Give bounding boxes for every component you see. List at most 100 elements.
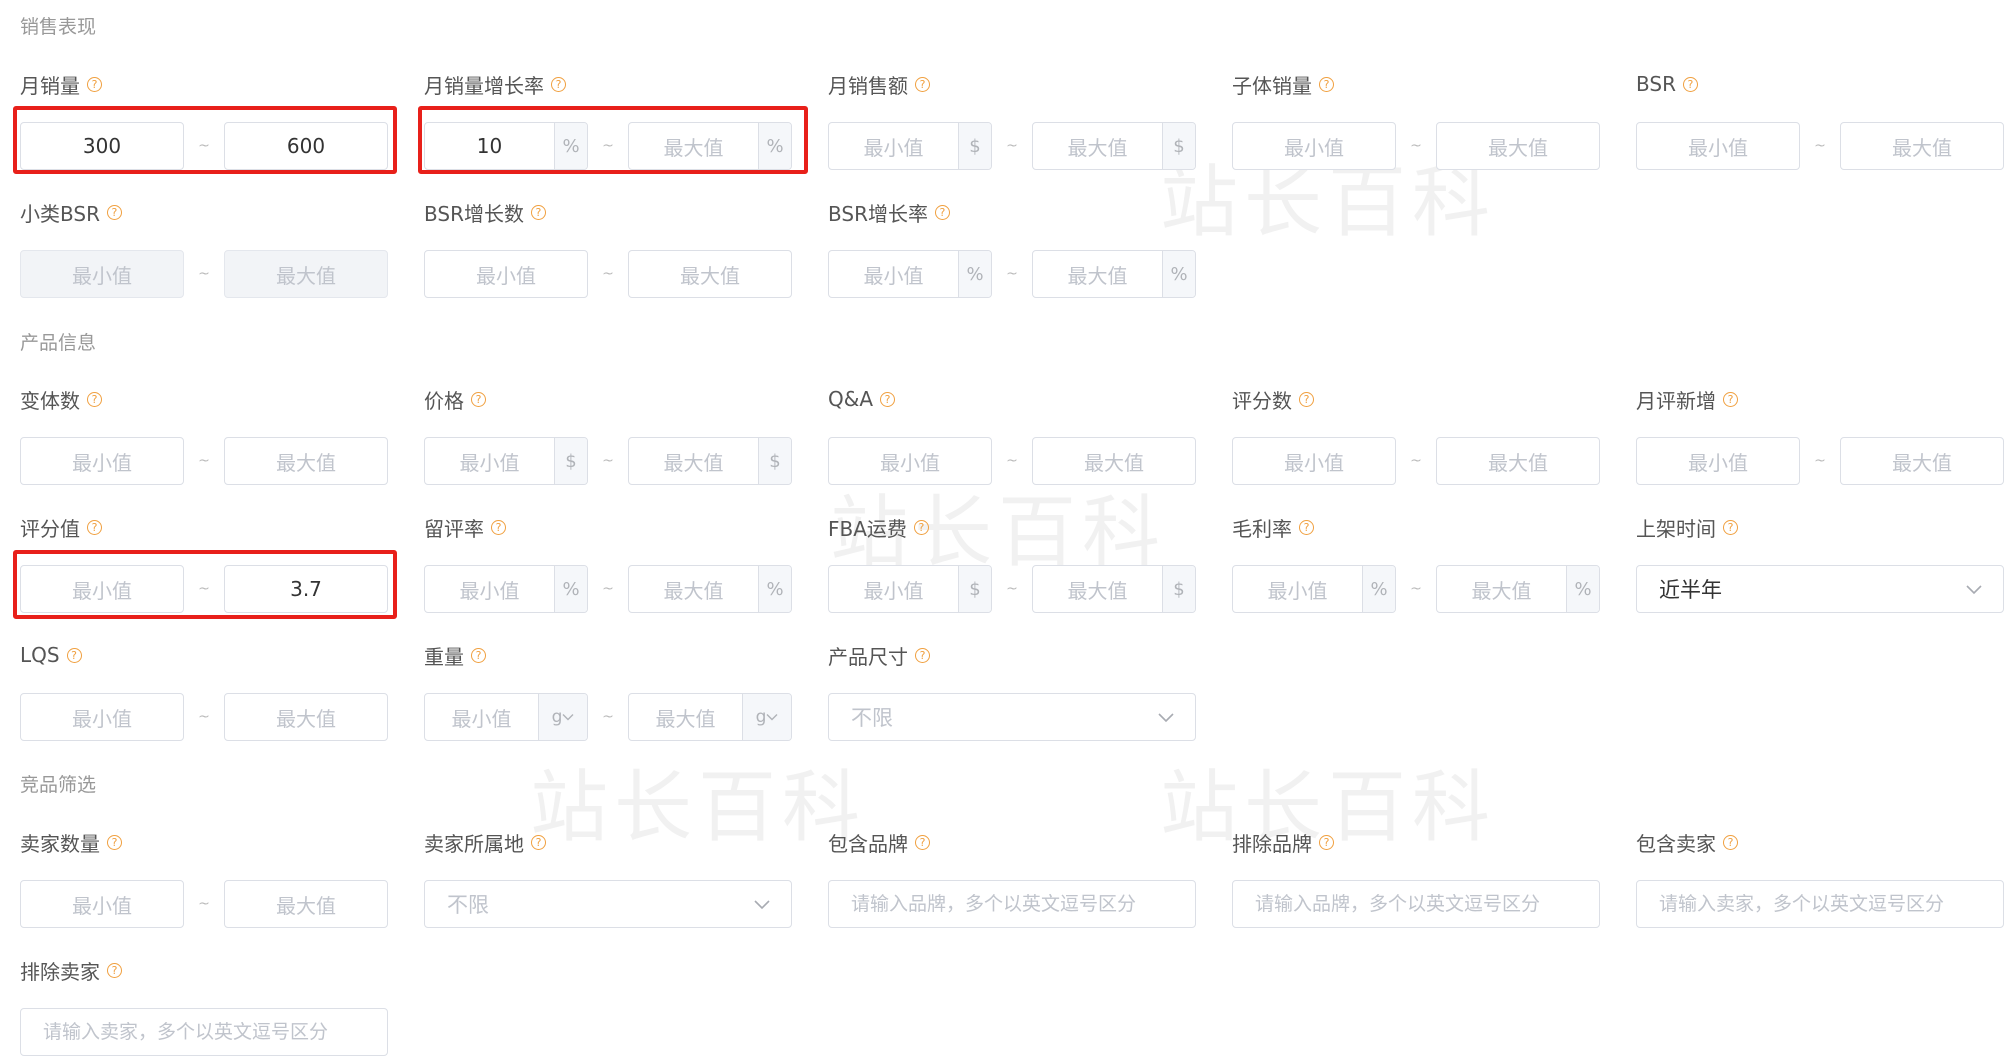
- monthly-new-reviews-min-input[interactable]: 最小值: [1636, 437, 1800, 485]
- field-child-sales: 子体销量? 最小值 ~ 最大值: [1232, 70, 1602, 170]
- field-bsr-growth-count: BSR增长数? 最小值 ~ 最大值: [424, 198, 794, 298]
- range-separator: ~: [602, 266, 614, 282]
- product-size-select[interactable]: 不限: [828, 693, 1196, 741]
- variants-max-input[interactable]: 最大值: [224, 437, 388, 485]
- gross-margin-max-input[interactable]: 最大值%: [1436, 565, 1600, 613]
- dollar-unit: $: [758, 438, 791, 484]
- help-icon[interactable]: ?: [915, 834, 930, 850]
- rating-count-min-input[interactable]: 最小值: [1232, 437, 1396, 485]
- seller-count-max-input[interactable]: 最大值: [224, 880, 388, 928]
- lqs-max-input[interactable]: 最大值: [224, 693, 388, 741]
- help-icon[interactable]: ?: [1723, 834, 1738, 850]
- help-icon[interactable]: ?: [1682, 76, 1698, 92]
- gross-margin-min-input[interactable]: 最小值%: [1232, 565, 1396, 613]
- help-icon[interactable]: ?: [551, 76, 566, 92]
- include-seller-input[interactable]: [1636, 880, 2004, 928]
- monthly-sales-growth-max-input[interactable]: 最大值%: [628, 122, 792, 170]
- help-icon[interactable]: ?: [106, 204, 122, 220]
- weight-min-input[interactable]: 最小值 g: [424, 693, 588, 741]
- help-icon[interactable]: ?: [1299, 391, 1314, 407]
- help-icon[interactable]: ?: [1723, 391, 1738, 407]
- field-rating-count: 评分数? 最小值 ~ 最大值: [1232, 385, 1602, 485]
- chevron-down-icon: [1966, 585, 1982, 595]
- review-rate-max-input[interactable]: 最大值%: [628, 565, 792, 613]
- field-seller-location: 卖家所属地? 不限: [424, 828, 794, 928]
- monthly-revenue-max-input[interactable]: 最大值 $: [1032, 122, 1196, 170]
- variants-min-input[interactable]: 最小值: [20, 437, 184, 485]
- rating-value-min-input[interactable]: 最小值: [20, 565, 184, 613]
- help-icon[interactable]: ?: [915, 76, 930, 92]
- field-label: 变体数: [20, 388, 80, 413]
- help-icon[interactable]: ?: [530, 204, 546, 220]
- help-icon[interactable]: ?: [471, 391, 486, 407]
- help-icon[interactable]: ?: [913, 519, 929, 535]
- field-monthly-sales-growth: 月销量增长率? 10% ~ 最大值%: [424, 70, 794, 170]
- range-separator: ~: [1006, 266, 1018, 282]
- field-label: 月销量: [20, 73, 80, 98]
- price-max-input[interactable]: 最大值 $: [628, 437, 792, 485]
- field-monthly-new-reviews: 月评新增? 最小值 ~ 最大值: [1636, 385, 2006, 485]
- monthly-sales-min-input[interactable]: 300: [20, 122, 184, 170]
- help-icon[interactable]: ?: [1319, 834, 1334, 850]
- range-separator: ~: [1006, 138, 1018, 154]
- rating-count-max-input[interactable]: 最大值: [1436, 437, 1600, 485]
- range-separator: ~: [198, 709, 210, 725]
- monthly-revenue-min-input[interactable]: 最小值 $: [828, 122, 992, 170]
- help-icon[interactable]: ?: [934, 204, 950, 220]
- review-rate-min-input[interactable]: 最小值%: [424, 565, 588, 613]
- bsr-growth-count-max-input[interactable]: 最大值: [628, 250, 792, 298]
- range-separator: ~: [1410, 138, 1422, 154]
- product-size-value: 不限: [851, 706, 893, 730]
- field-label: BSR增长率: [828, 201, 928, 226]
- monthly-sales-growth-min-input[interactable]: 10%: [424, 122, 588, 170]
- help-icon[interactable]: ?: [880, 391, 896, 407]
- seller-location-select[interactable]: 不限: [424, 880, 792, 928]
- help-icon[interactable]: ?: [66, 647, 82, 663]
- help-icon[interactable]: ?: [531, 834, 546, 850]
- field-label: 月销售额: [828, 73, 908, 98]
- help-icon[interactable]: ?: [107, 834, 122, 850]
- help-icon[interactable]: ?: [107, 962, 122, 978]
- weight-max-input[interactable]: 最大值 g: [628, 693, 792, 741]
- seller-count-min-input[interactable]: 最小值: [20, 880, 184, 928]
- bsr-min-input[interactable]: 最小值: [1636, 122, 1800, 170]
- help-icon[interactable]: ?: [1299, 519, 1314, 535]
- exclude-seller-input[interactable]: [20, 1008, 388, 1056]
- fba-fee-max-input[interactable]: 最大值 $: [1032, 565, 1196, 613]
- help-icon[interactable]: ?: [1723, 519, 1738, 535]
- monthly-new-reviews-max-input[interactable]: 最大值: [1840, 437, 2004, 485]
- monthly-sales-max-input[interactable]: 600: [224, 122, 388, 170]
- bsr-growth-rate-max-input[interactable]: 最大值%: [1032, 250, 1196, 298]
- exclude-brand-input[interactable]: [1232, 880, 1600, 928]
- help-icon[interactable]: ?: [471, 647, 486, 663]
- child-sales-min-input[interactable]: 最小值: [1232, 122, 1396, 170]
- field-include-seller: 包含卖家?: [1636, 828, 2006, 928]
- qa-min-input[interactable]: 最小值: [828, 437, 992, 485]
- fba-fee-min-input[interactable]: 最小值 $: [828, 565, 992, 613]
- qa-max-input[interactable]: 最大值: [1032, 437, 1196, 485]
- field-label: LQS: [20, 643, 60, 667]
- field-label: 排除品牌: [1232, 831, 1312, 856]
- help-icon[interactable]: ?: [1319, 76, 1334, 92]
- listing-time-select[interactable]: 近半年: [1636, 565, 2004, 613]
- bsr-max-input[interactable]: 最大值: [1840, 122, 2004, 170]
- percent-unit: %: [1362, 566, 1395, 612]
- rating-value-max-input[interactable]: 3.7: [224, 565, 388, 613]
- field-label: 月评新增: [1636, 388, 1716, 413]
- lqs-min-input[interactable]: 最小值: [20, 693, 184, 741]
- bsr-growth-rate-min-input[interactable]: 最小值%: [828, 250, 992, 298]
- help-icon[interactable]: ?: [87, 391, 102, 407]
- child-sales-max-input[interactable]: 最大值: [1436, 122, 1600, 170]
- field-label: 包含卖家: [1636, 831, 1716, 856]
- help-icon[interactable]: ?: [491, 519, 506, 535]
- field-label: 子体销量: [1232, 73, 1312, 98]
- bsr-growth-count-min-input[interactable]: 最小值: [424, 250, 588, 298]
- help-icon[interactable]: ?: [87, 519, 102, 535]
- weight-unit-select[interactable]: g: [742, 694, 791, 740]
- include-brand-input[interactable]: [828, 880, 1196, 928]
- help-icon[interactable]: ?: [915, 647, 930, 663]
- help-icon[interactable]: ?: [87, 76, 102, 92]
- weight-unit-select[interactable]: g: [538, 694, 587, 740]
- range-separator: ~: [602, 138, 614, 154]
- price-min-input[interactable]: 最小值 $: [424, 437, 588, 485]
